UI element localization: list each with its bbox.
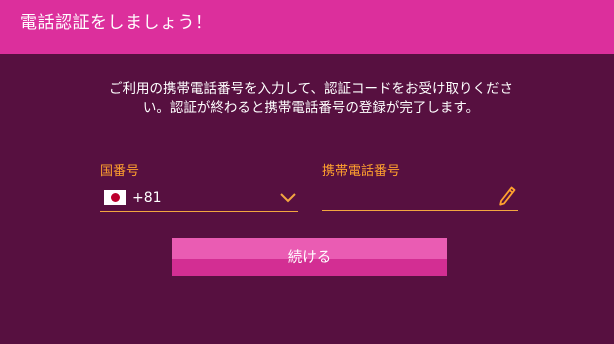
continue-button[interactable]: 続ける [172, 238, 447, 276]
country-code-value: +81 [132, 190, 162, 206]
chevron-down-icon [280, 193, 296, 203]
dialog-header: 電話認証をしましょう！ [0, 0, 614, 54]
country-code-label: 国番号 [100, 164, 140, 179]
pencil-icon[interactable] [497, 184, 517, 206]
verification-description: ご利用の携帯電話番号を入力して、認証コードをお受け取りください。認証が終わると携… [109, 81, 513, 116]
continue-button-label: 続ける [287, 249, 332, 266]
dialog-title: 電話認証をしましょう！ [20, 13, 213, 33]
japan-flag-icon [104, 190, 126, 205]
phone-number-label: 携帯電話番号 [322, 164, 401, 179]
phone-verification-dialog: 電話認証をしましょう！ ご利用の携帯電話番号を入力して、認証コードをお受け取りく… [0, 0, 614, 344]
country-code-select[interactable]: +81 [100, 186, 298, 212]
phone-number-input[interactable] [322, 186, 518, 211]
